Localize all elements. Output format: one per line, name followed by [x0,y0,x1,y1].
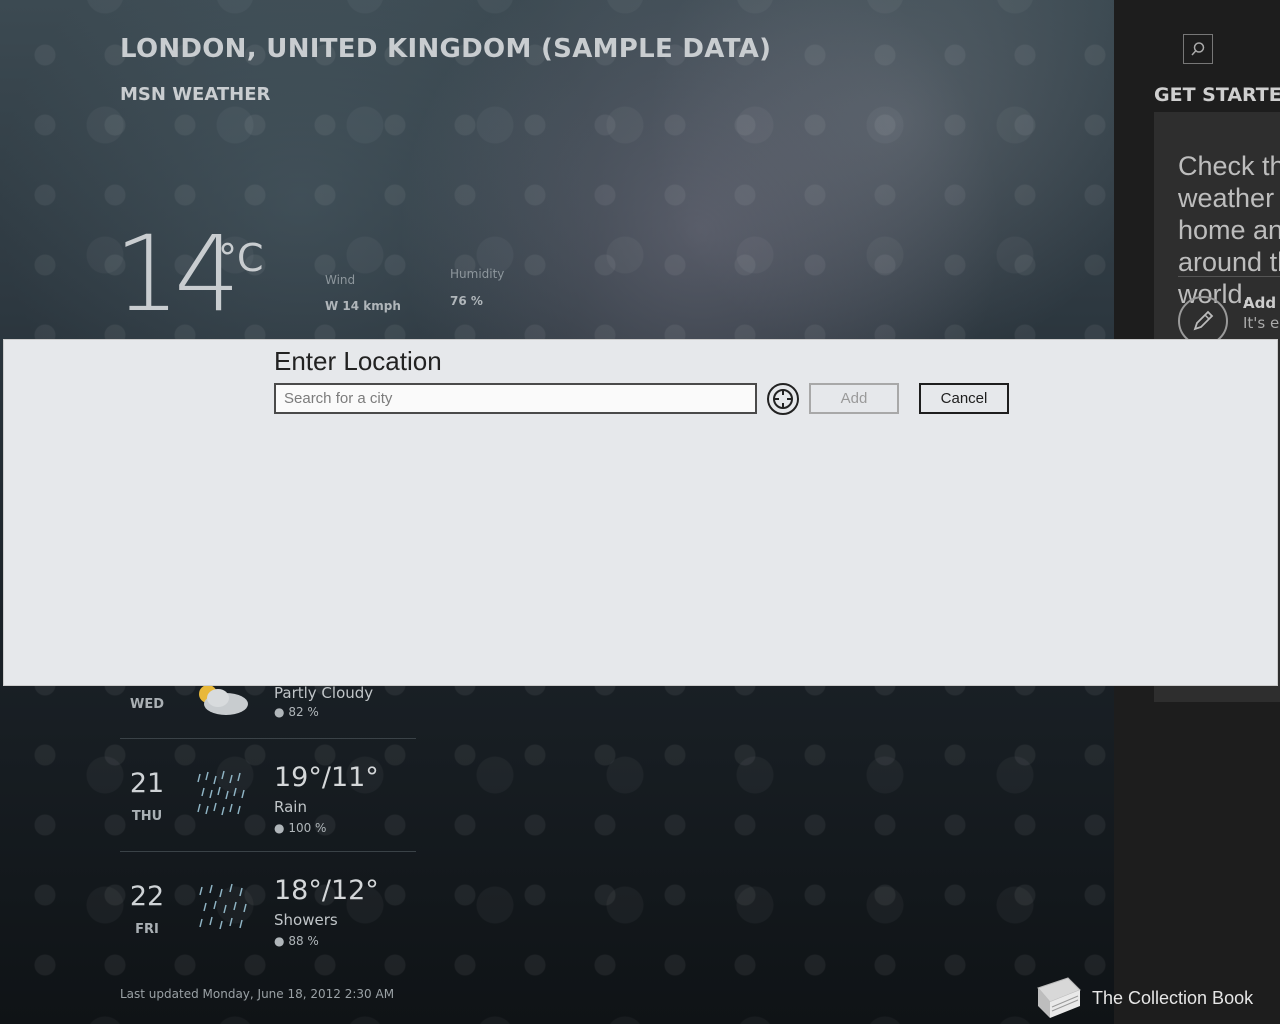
search-icon [1191,42,1205,56]
raindrop-icon: ● [274,821,285,835]
add-favorite-subtitle: It's ea [1243,314,1280,332]
last-updated: Last updated Monday, June 18, 2012 2:30 … [120,987,395,1001]
location-crosshair-icon [773,389,793,409]
day-temperatures: 19°/11° [274,762,379,793]
humidity-label: Humidity [450,267,505,281]
showers-icon [199,883,247,930]
app-name: MSN WEATHER [120,84,271,105]
day-condition: Showers [274,911,338,929]
day-precipitation: ● 100 % [274,821,327,835]
search-button[interactable] [1183,34,1213,64]
locate-me-button[interactable] [767,383,799,415]
day-number: 22 [129,881,165,912]
current-temperature: 14 [114,213,240,335]
raindrop-icon: ● [274,934,285,948]
day-precipitation: ● 88 % [274,934,319,948]
day-name: WED [129,697,164,712]
day-condition: Rain [274,798,307,816]
card-text: Check the weather at home and around the… [1178,151,1280,309]
raindrop-icon: ● [274,705,285,719]
row-divider [120,738,416,739]
collection-book-label[interactable]: The Collection Book [1092,988,1253,1009]
enter-location-dialog: Enter Location Add Cancel [3,339,1278,686]
day-precipitation: ● 82 % [274,705,319,719]
city-search-input[interactable] [274,383,757,414]
temperature-unit: °C [218,236,264,280]
day-name: THU [131,809,163,824]
day-name: FRI [135,922,159,937]
humidity-value: 76 % [450,294,483,308]
city-title: LONDON, UNITED KINGDOM (SAMPLE DATA) [120,34,772,64]
forecast-row-fri[interactable]: 22 FRI 18°/12° Showers ● 88 % [120,851,416,963]
day-number: 21 [129,768,165,799]
day-temperatures: 18°/12° [274,875,379,906]
wind-value: W 14 kmph [325,299,401,313]
rain-icon [197,770,245,816]
dialog-title: Enter Location [274,346,442,376]
wind-label: Wind [325,273,356,287]
day-condition: Partly Cloudy [274,684,374,702]
row-divider [120,851,416,852]
cancel-button[interactable]: Cancel [919,383,1009,414]
add-button[interactable]: Add [809,383,899,414]
side-panel-heading: GET STARTED [1154,84,1280,106]
add-favorite-title: Add y [1243,294,1280,312]
card-divider [1178,276,1280,277]
book-icon [1037,977,1081,1018]
forecast-row-thu[interactable]: 21 THU 19°/11° Rain ● 100 % [120,738,416,850]
